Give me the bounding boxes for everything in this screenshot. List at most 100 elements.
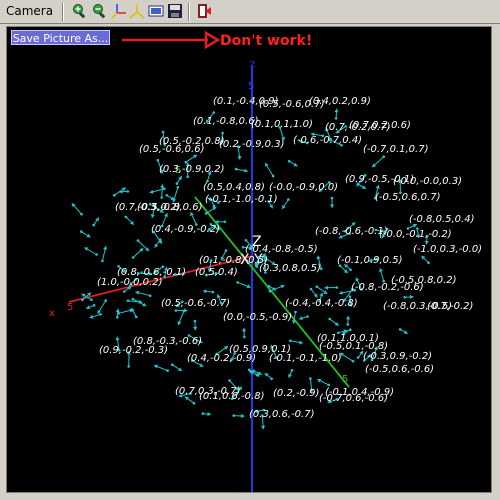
- vector-scene: z 5 x 5 5 5 Z X Y (0.1,-0.4,0.9)(0.5,-0.…: [49, 59, 482, 492]
- vector-origin-dot: [126, 190, 130, 193]
- vector-arrowhead: [207, 412, 211, 417]
- vector-origin-dot: [309, 287, 313, 291]
- vector-label: (-0.4,-0.8,-0.5): [245, 244, 318, 255]
- vector-origin-dot: [182, 309, 186, 313]
- toolbar-separator: [62, 3, 63, 21]
- y-axis-tick: 5: [342, 374, 348, 385]
- vector-origin-dot: [104, 299, 107, 302]
- vector-origin-dot: [290, 369, 294, 372]
- vector-origin-dot: [165, 194, 169, 197]
- vector-origin-dot: [95, 253, 98, 256]
- vector-origin-dot: [327, 383, 331, 387]
- vector-arrowhead: [150, 214, 155, 218]
- save-disk-icon[interactable]: [167, 3, 183, 19]
- axes-icon[interactable]: [111, 3, 127, 19]
- vector-label: (-0.5,0.6,0.7): [375, 192, 440, 203]
- vector-label: (-0.1,0.9,0.5): [337, 255, 402, 266]
- vector-origin-dot: [148, 294, 152, 298]
- vector-label: (-0.8,0.5,0.4): [409, 214, 474, 225]
- vector-label: (-1.0,0.3,-0.0): [413, 244, 482, 255]
- vector-origin-dot: [315, 285, 319, 289]
- vector-origin-dot: [252, 369, 255, 373]
- vector-origin-dot: [224, 249, 228, 252]
- vector-label: (0.2,-0.9,0.3): [219, 139, 284, 150]
- vector-origin-dot: [136, 239, 140, 242]
- vector-origin-dot: [122, 290, 126, 293]
- vector-label: (0.1,0.1,1.0): [251, 119, 313, 130]
- vector-origin-dot: [161, 130, 165, 134]
- vector-origin-dot: [403, 296, 406, 299]
- vector-arrowhead: [193, 326, 198, 331]
- vector-origin-dot: [193, 319, 197, 323]
- vector-label: (0.3,-0.9,0.2): [159, 164, 224, 175]
- vector-arrowhead: [242, 328, 247, 332]
- camera-menu[interactable]: Camera: [6, 4, 53, 18]
- vector-label: (0.2,-0.9): [273, 388, 319, 399]
- vector-label: (0.1,-0.8,-0.5): [199, 255, 268, 266]
- vector-origin-dot: [232, 414, 235, 417]
- vector-arrowhead: [184, 396, 189, 401]
- vector-label: (-0.6,-0.7,0.4): [293, 135, 362, 146]
- vector-arrowhead: [339, 290, 343, 295]
- vector-label: (-0.1,-1.0,-0.1): [205, 194, 278, 205]
- vector-origin-dot: [349, 328, 352, 332]
- vector-origin-dot: [335, 286, 339, 289]
- vector-arrowhead: [261, 425, 266, 430]
- vector-arrowhead: [330, 204, 335, 208]
- vector-label: (0.1,0.6,-0.8): [199, 391, 264, 402]
- save-picture-button[interactable]: Save Picture As...: [11, 30, 110, 45]
- vector-origin-dot: [349, 268, 352, 272]
- vector-origin-dot: [244, 239, 248, 242]
- vector-label: (-0.7,0.1,0.7): [363, 144, 428, 155]
- vector-origin-dot: [80, 212, 83, 216]
- zoom-out-icon[interactable]: [92, 3, 108, 19]
- vector-origin-dot: [131, 297, 135, 301]
- vector-origin-dot: [124, 215, 128, 219]
- vector-origin-dot: [160, 196, 163, 199]
- vector-origin-dot: [427, 261, 430, 264]
- vector-origin-dot: [81, 298, 84, 302]
- vector-origin-dot: [113, 193, 116, 197]
- vector-label: (0.3,0.8,0.5): [259, 263, 321, 274]
- render-canvas[interactable]: z 5 x 5 5 5 Z X Y (0.1,-0.4,0.9)(0.5,-0.…: [6, 26, 492, 493]
- exit-icon[interactable]: [196, 3, 212, 19]
- vector-origin-dot: [201, 412, 205, 415]
- vector-origin-dot: [234, 167, 238, 171]
- vector-label: (0.7,0.2,0.6): [349, 120, 411, 131]
- vector-label: (0.5,-0.6,0.6): [139, 144, 204, 155]
- vector-origin-dot: [346, 323, 350, 326]
- axes-alt-icon[interactable]: [129, 3, 145, 19]
- vector-label: (0.7,-0.2): [427, 301, 473, 312]
- vector-arrowhead: [346, 316, 351, 320]
- picture-icon[interactable]: [148, 3, 164, 19]
- vector-label: (0.9,-0.2,-0.3): [99, 345, 168, 356]
- vector-origin-dot: [92, 223, 95, 227]
- vector-origin-dot: [294, 310, 297, 314]
- vector-origin-dot: [131, 256, 135, 259]
- vector-origin-dot: [330, 196, 334, 200]
- vector-arrowhead: [324, 285, 328, 290]
- vector-origin-dot: [92, 304, 96, 307]
- vector-arrowhead: [160, 184, 165, 188]
- vector-origin-dot: [287, 159, 291, 163]
- vector-label: (0.0,-0.5,-0.9): [223, 312, 292, 323]
- vector-origin-dot: [175, 182, 179, 185]
- vector-origin-dot: [356, 356, 360, 359]
- z-axis-tick: 5: [248, 81, 254, 92]
- annotation-text: Don't work!: [220, 33, 313, 49]
- vector-origin-dot: [116, 316, 119, 319]
- vector-label: (-0.0,-0.1,-0.2): [379, 229, 452, 240]
- vector-label: (0.4,-0.9,-0.2): [151, 224, 220, 235]
- vector-origin-dot: [268, 289, 272, 293]
- vector-label: (0.3,-0.8,0.6): [137, 202, 202, 213]
- vector-origin-dot: [334, 117, 338, 120]
- vector-origin-dot: [228, 379, 231, 382]
- vector-origin-dot: [158, 238, 162, 241]
- vector-origin-dot: [135, 315, 138, 319]
- vector-label: (0.1,-0.8,0.6): [193, 116, 258, 127]
- vector-origin-dot: [204, 212, 208, 215]
- zoom-in-icon[interactable]: [72, 3, 88, 19]
- vector-label: (0.5,-0.6,-0.7): [161, 298, 230, 309]
- vector-label: (-0.0,-0.0,0.3): [393, 176, 462, 187]
- vector-arrowhead: [115, 308, 120, 313]
